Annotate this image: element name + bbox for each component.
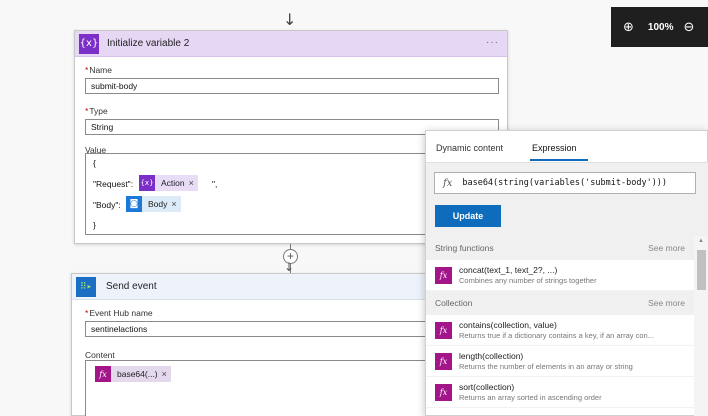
expression-text: base64(string(variables('submit-body'))) — [462, 178, 668, 188]
remove-token-icon[interactable]: × — [171, 199, 176, 209]
dynamic-content-panel: Dynamic content Expression fx base64(str… — [425, 130, 708, 416]
open-brace: { — [93, 158, 96, 168]
token-label: base64(...) — [117, 369, 158, 379]
see-more-link[interactable]: See more — [648, 243, 685, 253]
function-icon: fx — [435, 383, 452, 401]
content-label: Content — [85, 350, 115, 360]
request-key: "Request": — [93, 179, 134, 189]
tab-expression[interactable]: Expression — [532, 143, 577, 153]
request-suffix: ", — [212, 179, 218, 189]
section-title: Collection — [435, 298, 473, 308]
close-brace: } — [93, 220, 96, 230]
variable-icon: {x} — [79, 33, 99, 54]
zoom-level: 100% — [647, 21, 674, 33]
token-label: Action — [161, 178, 185, 188]
more-options-icon[interactable]: ··· — [486, 37, 499, 48]
base64-token[interactable]: fx base64(...) × — [95, 366, 171, 382]
function-list: String functions See more fx concat(text… — [426, 236, 694, 416]
event-hub-label: *Event Hub name — [85, 308, 153, 318]
initialize-variable-header[interactable]: {x} Initialize variable 2 ··· — [75, 31, 507, 57]
update-button[interactable]: Update — [435, 205, 501, 227]
event-hub-icon: ⠿▸ — [76, 276, 96, 297]
function-name: sort(collection) — [459, 382, 515, 392]
function-name: contains(collection, value) — [459, 320, 557, 330]
section-collection: Collection See more — [426, 291, 694, 315]
type-label: *Type — [85, 106, 108, 116]
tab-dynamic-content[interactable]: Dynamic content — [436, 143, 503, 153]
expression-input[interactable]: fx base64(string(variables('submit-body'… — [434, 172, 696, 194]
function-item-concat[interactable]: fx concat(text_1, text_2?, ...) Combines… — [426, 260, 694, 291]
function-icon: fx — [443, 177, 453, 189]
remove-token-icon[interactable]: × — [162, 369, 167, 379]
body-token[interactable]: ◙ Body × — [126, 196, 181, 212]
token-label: Body — [148, 199, 168, 209]
expression-area: fx base64(string(variables('submit-body'… — [426, 162, 708, 236]
active-tab-indicator — [530, 159, 588, 161]
function-description: Returns the number of elements in an arr… — [459, 362, 633, 371]
scroll-up-icon[interactable]: ▲ — [698, 238, 704, 244]
function-name: concat(text_1, text_2?, ...) — [459, 265, 558, 275]
section-string-functions: String functions See more — [426, 236, 694, 260]
name-field[interactable]: submit-body — [85, 78, 499, 94]
function-name: length(collection) — [459, 351, 524, 361]
function-icon: fx — [435, 352, 452, 370]
function-description: Returns true if a dictionary contains a … — [459, 331, 654, 340]
function-item-sort[interactable]: fx sort(collection) Returns an array sor… — [426, 377, 694, 408]
function-icon: fx — [435, 266, 452, 284]
function-description: Combines any number of strings together — [459, 276, 597, 285]
variable-icon: {x} — [139, 175, 155, 191]
body-key: "Body": — [93, 200, 121, 210]
remove-token-icon[interactable]: × — [189, 178, 194, 188]
zoom-out-icon[interactable]: ⊖ — [683, 20, 694, 35]
function-icon: fx — [95, 366, 111, 382]
card-title[interactable]: Initialize variable 2 — [107, 38, 189, 49]
see-more-link[interactable]: See more — [648, 298, 685, 308]
type-value: String — [91, 122, 114, 132]
function-description: Returns an array sorted in ascending ord… — [459, 393, 602, 402]
section-title: String functions — [435, 243, 494, 253]
zoom-in-icon[interactable]: ⊕ — [623, 20, 634, 35]
card-title[interactable]: Send event — [106, 281, 157, 292]
action-token[interactable]: {x} Action × — [139, 175, 198, 191]
name-label: *Name — [85, 65, 112, 75]
panel-tabs: Dynamic content Expression — [426, 131, 707, 163]
function-item-contains[interactable]: fx contains(collection, value) Returns t… — [426, 315, 694, 346]
function-item-length[interactable]: fx length(collection) Returns the number… — [426, 346, 694, 377]
scroll-thumb[interactable] — [697, 250, 706, 290]
zoom-toolbar: ⊕ 100% ⊖ — [611, 7, 708, 47]
flow-arrow-icon: ↓ — [283, 10, 297, 29]
function-icon: fx — [435, 321, 452, 339]
trigger-icon: ◙ — [126, 196, 142, 212]
flow-arrow-icon: ↓ — [284, 260, 295, 274]
panel-scrollbar[interactable]: ▲ — [694, 236, 708, 416]
